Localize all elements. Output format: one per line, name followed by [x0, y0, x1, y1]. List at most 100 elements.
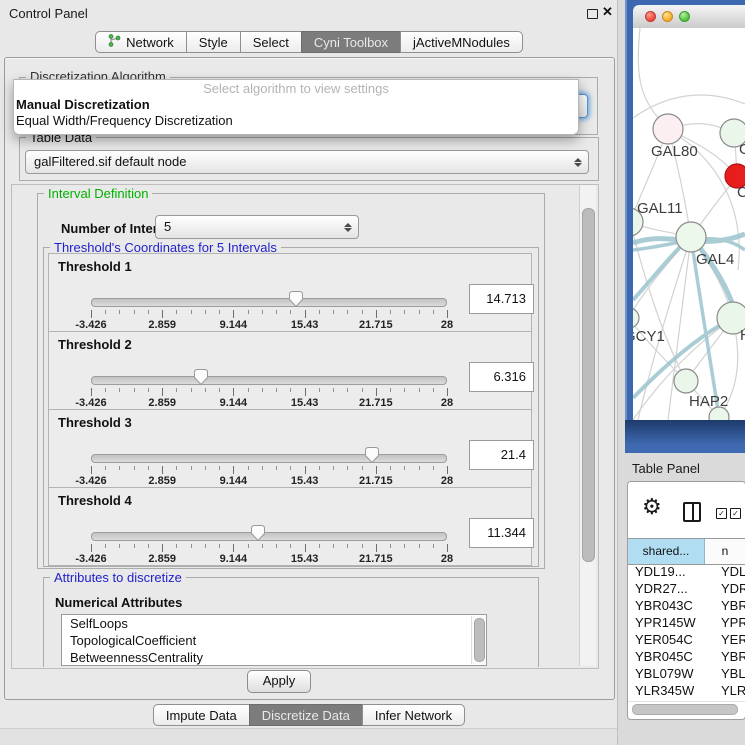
- tab-label: Select: [253, 35, 289, 50]
- slider-thumb[interactable]: [250, 524, 266, 542]
- threshold-slider[interactable]: -3.4262.8599.14415.4321.71528: [91, 368, 447, 408]
- node-gal4[interactable]: [676, 222, 706, 252]
- vertical-scrollbar-thumb[interactable]: [582, 208, 595, 562]
- tick-label: 2.859: [148, 475, 176, 487]
- table-row[interactable]: YBR045CYBR0: [628, 649, 745, 666]
- spinner-arrows-icon: [574, 151, 582, 173]
- tab-discretize-data[interactable]: Discretize Data: [249, 704, 363, 726]
- tick-mark: [262, 466, 263, 470]
- table-row[interactable]: YDR27...YDR2: [628, 581, 745, 598]
- cell-shared-name: YBR043C: [628, 598, 711, 615]
- tab-infer-network[interactable]: Infer Network: [362, 704, 465, 726]
- node-gal80[interactable]: [653, 114, 683, 144]
- tick-mark: [290, 388, 291, 392]
- tick-mark: [105, 310, 106, 314]
- table-row[interactable]: YER054CYER0: [628, 632, 745, 649]
- tick-mark: [333, 310, 334, 314]
- threshold-value-field[interactable]: 11.344: [469, 518, 534, 548]
- float-window-icon[interactable]: [587, 9, 598, 19]
- panel-divider[interactable]: [617, 0, 618, 745]
- tick-mark: [148, 388, 149, 392]
- node-gcy1[interactable]: [633, 308, 639, 328]
- cell-name: YPR1: [711, 615, 745, 632]
- tick-mark: [404, 388, 405, 392]
- threshold-value-field[interactable]: 21.4: [469, 440, 534, 470]
- checkbox-icon[interactable]: ✓: [730, 508, 741, 519]
- slider-thumb[interactable]: [364, 446, 380, 464]
- attributes-scrollbar[interactable]: [471, 616, 485, 664]
- table-row[interactable]: YBR043CYBR0: [628, 598, 745, 615]
- attribute-items: SelfLoopsTopologicalCoefficientBetweenne…: [62, 615, 486, 666]
- column-header-shared-name[interactable]: shared...: [628, 539, 705, 564]
- apply-button[interactable]: Apply: [247, 670, 311, 693]
- threshold-label: Threshold 4: [58, 493, 132, 508]
- table-row[interactable]: YBL079WYBL0: [628, 666, 745, 683]
- slider-thumb[interactable]: [193, 368, 209, 386]
- horizontal-scrollbar[interactable]: [628, 701, 745, 716]
- tick-mark: [262, 388, 263, 392]
- table-row[interactable]: YLR345WYLR3: [628, 683, 745, 700]
- gear-icon[interactable]: ⚙: [642, 496, 662, 518]
- column-layout-icon[interactable]: [683, 502, 701, 522]
- tab-network[interactable]: Network: [95, 31, 187, 53]
- tick-mark: [205, 310, 206, 314]
- threshold-slider[interactable]: -3.4262.8599.14415.4321.71528: [91, 446, 447, 486]
- threshold-slider[interactable]: -3.4262.8599.14415.4321.71528: [91, 290, 447, 330]
- cell-shared-name: YDL19...: [628, 564, 711, 581]
- tick-mark: [447, 310, 448, 318]
- interval-definition-title: Interval Definition: [44, 186, 152, 201]
- attribute-item-topologicalcoefficient[interactable]: TopologicalCoefficient: [62, 632, 486, 649]
- table-data-combobox[interactable]: galFiltered.sif default node: [25, 150, 589, 174]
- tab-impute-data[interactable]: Impute Data: [153, 704, 250, 726]
- tick-label: -3.426: [75, 475, 106, 487]
- table-body: YDL19...YDL1YDR27...YDR2YBR043CYBR0YPR14…: [628, 564, 745, 700]
- tick-mark: [105, 544, 106, 548]
- attribute-item-selfloops[interactable]: SelfLoops: [62, 615, 486, 632]
- tick-mark: [376, 388, 377, 396]
- node-hap2[interactable]: [674, 369, 698, 393]
- tick-label: 21.715: [359, 319, 393, 331]
- node-label: GAL4: [696, 251, 734, 268]
- network-tab-icon: [108, 34, 121, 50]
- node-label: GAL11: [637, 200, 683, 217]
- number-of-intervals-value: 5: [164, 219, 171, 234]
- slider-tick-labels: -3.4262.8599.14415.4321.71528: [91, 475, 447, 487]
- network-window-titlebar[interactable]: [633, 5, 745, 29]
- threshold-value-field[interactable]: 14.713: [469, 284, 534, 314]
- checkbox-icon[interactable]: ✓: [716, 508, 727, 519]
- close-icon[interactable]: ✕: [602, 4, 613, 20]
- mac-zoom-button[interactable]: [679, 11, 690, 22]
- tick-mark: [233, 388, 234, 396]
- tab-select[interactable]: Select: [240, 31, 302, 53]
- table-row[interactable]: YPR145WYPR1: [628, 615, 745, 632]
- numerical-attributes-list[interactable]: SelfLoopsTopologicalCoefficientBetweenne…: [61, 614, 487, 666]
- tick-mark: [233, 544, 234, 552]
- tick-label: -3.426: [75, 319, 106, 331]
- tab-cyni-toolbox[interactable]: Cyni Toolbox: [301, 31, 401, 53]
- number-of-intervals-combobox[interactable]: 5: [155, 215, 359, 239]
- cell-shared-name: YPR145W: [628, 615, 711, 632]
- slider-ticks: [91, 310, 447, 318]
- algorithm-placeholder[interactable]: Select algorithm to view settings: [14, 80, 578, 97]
- network-canvas[interactable]: GAL80 G C GAL11 GAL4 GCY1 H HAP2: [633, 28, 745, 420]
- table-row[interactable]: YDL19...YDL1: [628, 564, 745, 581]
- tab-style[interactable]: Style: [186, 31, 241, 53]
- threshold-value-field[interactable]: 6.316: [469, 362, 534, 392]
- threshold-rows: Threshold 1-3.4262.8599.14415.4321.71528…: [48, 254, 532, 566]
- column-header-name[interactable]: n: [705, 539, 745, 564]
- threshold-label: Threshold 3: [58, 415, 132, 430]
- attribute-item-betweennesscentrality[interactable]: BetweennessCentrality: [62, 649, 486, 666]
- tick-mark: [134, 310, 135, 314]
- tick-mark: [376, 466, 377, 474]
- threshold-slider[interactable]: -3.4262.8599.14415.4321.71528: [91, 524, 447, 564]
- mac-minimize-button[interactable]: [662, 11, 673, 22]
- tick-mark: [347, 544, 348, 548]
- tick-mark: [290, 310, 291, 314]
- slider-thumb[interactable]: [288, 290, 304, 308]
- tick-mark: [433, 310, 434, 314]
- slider-track: [91, 532, 447, 541]
- tab-jactivemnodules[interactable]: jActiveMNodules: [400, 31, 523, 53]
- mac-close-button[interactable]: [645, 11, 656, 22]
- algorithm-option-manual-discretization[interactable]: Manual Discretization: [14, 97, 578, 113]
- algorithm-option-equal-width-frequency-discretization[interactable]: Equal Width/Frequency Discretization: [14, 113, 578, 129]
